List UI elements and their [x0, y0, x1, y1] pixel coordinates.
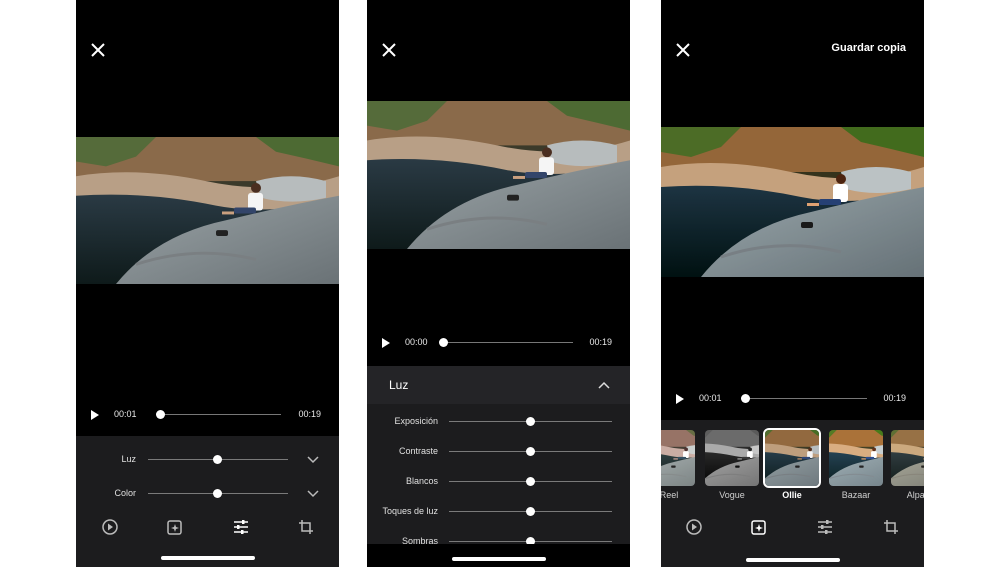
play-icon[interactable]	[675, 393, 685, 405]
current-time: 00:00	[405, 337, 428, 347]
filter-label: Vogue	[719, 490, 745, 500]
bottom-toolbar	[661, 514, 924, 544]
luz-sliders-panel: Exposición Contraste Blancos Toques de l…	[367, 404, 630, 546]
tune-icon[interactable]	[816, 518, 834, 536]
highlights-slider-knob[interactable]	[526, 507, 535, 516]
video-player-controls: 00:01 00:19	[661, 389, 924, 409]
home-indicator	[745, 558, 840, 562]
duration: 00:19	[298, 409, 321, 419]
home-indicator	[160, 556, 255, 560]
filter-label: Ollie	[782, 490, 802, 500]
play-icon[interactable]	[90, 409, 100, 421]
luz-slider-knob[interactable]	[213, 455, 222, 464]
video-preview	[76, 137, 339, 284]
luz-section-header[interactable]: Luz	[367, 366, 630, 404]
chevron-up-icon[interactable]	[598, 381, 610, 389]
save-copy-button[interactable]: Guardar copia	[831, 42, 906, 54]
scrubber-track[interactable]	[156, 414, 281, 415]
filter-thumb-reel[interactable]	[661, 430, 695, 486]
scrubber-knob[interactable]	[156, 410, 165, 419]
close-icon[interactable]	[88, 40, 108, 60]
crop-rotate-icon[interactable]	[882, 518, 900, 536]
scrubber-track[interactable]	[443, 342, 573, 343]
video-preview	[367, 101, 630, 249]
chevron-down-icon[interactable]	[307, 490, 319, 498]
tune-icon[interactable]	[232, 518, 250, 536]
whites-slider-knob[interactable]	[526, 477, 535, 486]
filter-label: Bazaar	[841, 490, 871, 500]
play-circle-icon[interactable]	[685, 518, 703, 536]
screen-luz-detail: 00:00 00:19 Luz Exposición Contraste Bla…	[367, 0, 630, 567]
screen-filters: Guardar copia 00:01 00:19 Reel Vogue Oll…	[661, 0, 924, 567]
close-icon[interactable]	[673, 40, 693, 60]
current-time: 00:01	[114, 409, 137, 419]
play-icon[interactable]	[381, 337, 391, 349]
slider-label: Contraste	[398, 446, 438, 456]
filter-thumb-vogue[interactable]	[705, 430, 759, 486]
filter-thumb-alpaca[interactable]	[891, 430, 924, 486]
slider-label: Blancos	[405, 476, 438, 486]
close-icon[interactable]	[379, 40, 399, 60]
bottom-toolbar	[76, 514, 339, 544]
chevron-down-icon[interactable]	[307, 456, 319, 464]
video-preview	[661, 127, 924, 277]
exposure-slider-knob[interactable]	[526, 417, 535, 426]
adjust-panel: Luz Color	[76, 436, 339, 567]
filter-thumb-ollie[interactable]	[763, 428, 821, 488]
filter-thumb-bazaar[interactable]	[829, 430, 883, 486]
scrubber-knob[interactable]	[439, 338, 448, 347]
video-player-controls: 00:01 00:19	[76, 405, 339, 425]
filter-label: Alpac	[906, 490, 924, 500]
bottom-bar	[367, 544, 630, 567]
current-time: 00:01	[699, 393, 722, 403]
slider-label: Exposición	[394, 416, 438, 426]
enhance-icon[interactable]	[750, 518, 768, 536]
duration: 00:19	[883, 393, 906, 403]
contrast-slider-knob[interactable]	[526, 447, 535, 456]
section-title: Luz	[389, 378, 409, 392]
home-indicator	[451, 557, 546, 561]
scrubber-knob[interactable]	[741, 394, 750, 403]
crop-rotate-icon[interactable]	[297, 518, 315, 536]
adjust-row-label: Luz	[121, 454, 136, 464]
adjust-row-label: Color	[114, 488, 136, 498]
filter-label: Reel	[661, 490, 679, 500]
video-player-controls: 00:00 00:19	[367, 333, 630, 353]
screen-adjust: 00:01 00:19 Luz Color	[76, 0, 339, 567]
duration: 00:19	[589, 337, 612, 347]
slider-label: Toques de luz	[382, 506, 438, 516]
scrubber-track[interactable]	[741, 398, 867, 399]
color-slider-knob[interactable]	[213, 489, 222, 498]
enhance-icon[interactable]	[166, 518, 184, 536]
play-circle-icon[interactable]	[101, 518, 119, 536]
